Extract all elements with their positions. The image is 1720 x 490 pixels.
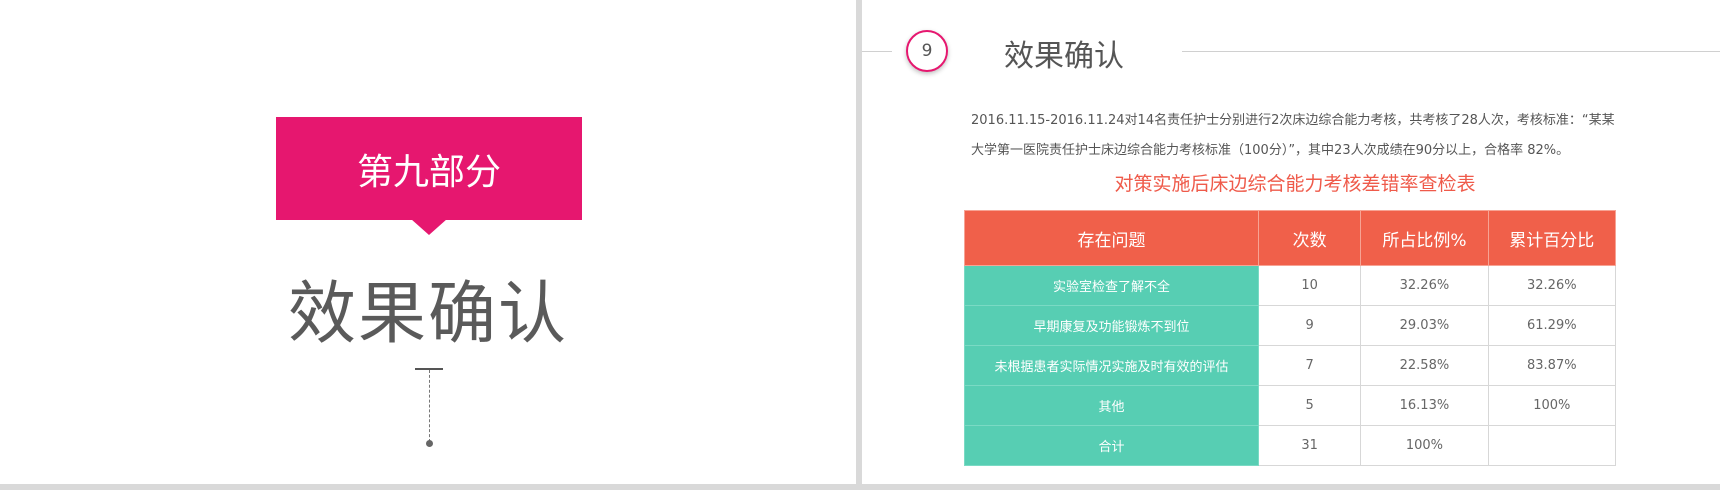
section-tag: 第九部分	[276, 117, 582, 220]
section-number-badge: 9	[906, 30, 948, 72]
count-cell: 7	[1258, 345, 1362, 386]
percent-cell: 32.26%	[1360, 265, 1489, 306]
intro-paragraph: 2016.11.15-2016.11.24对14名责任护士分别进行2次床边综合能…	[971, 113, 1615, 158]
table-title: 对策实施后床边综合能力考核差错率查检表	[1114, 173, 1476, 195]
section-tag-pointer	[411, 219, 447, 235]
slide-left: 第九部分 效果确认	[0, 0, 856, 484]
header-rule-left	[862, 51, 892, 52]
decor-dashed-line	[429, 370, 430, 442]
percent-cell: 100%	[1360, 425, 1489, 466]
column-header: 次数	[1258, 210, 1362, 266]
table-row: 实验室检查了解不全 10 32.26% 32.26%	[963, 265, 1617, 306]
issue-cell: 合计	[963, 425, 1260, 466]
cumulative-cell: 61.29%	[1487, 305, 1617, 346]
slide-title: 效果确认	[1004, 39, 1124, 74]
count-cell: 5	[1258, 385, 1362, 426]
section-title: 效果确认	[287, 275, 568, 354]
column-header: 累计百分比	[1487, 210, 1617, 266]
issue-cell: 实验室检查了解不全	[963, 265, 1260, 306]
percent-cell: 16.13%	[1360, 385, 1489, 426]
cumulative-cell: 32.26%	[1487, 265, 1617, 306]
count-cell: 9	[1258, 305, 1362, 346]
cumulative-cell: 83.87%	[1487, 345, 1617, 386]
count-cell: 10	[1258, 265, 1362, 306]
table-header-row: 存在问题 次数 所占比例% 累计百分比	[963, 210, 1617, 266]
table-row: 未根据患者实际情况实施及时有效的评估 7 22.58% 83.87%	[963, 345, 1617, 386]
count-cell: 31	[1258, 425, 1362, 466]
cumulative-cell	[1487, 425, 1617, 466]
stats-table: 存在问题 次数 所占比例% 累计百分比 实验室检查了解不全 10 32.26% …	[963, 210, 1617, 466]
issue-cell: 未根据患者实际情况实施及时有效的评估	[963, 345, 1260, 386]
cumulative-cell: 100%	[1487, 385, 1617, 426]
decor-dot	[426, 440, 433, 447]
column-header: 存在问题	[963, 210, 1260, 266]
header-rule-right	[1182, 51, 1720, 52]
table-total-row: 合计 31 100%	[963, 425, 1617, 466]
column-header: 所占比例%	[1360, 210, 1489, 266]
issue-cell: 其他	[963, 385, 1260, 426]
issue-cell: 早期康复及功能锻炼不到位	[963, 305, 1260, 346]
table-row: 早期康复及功能锻炼不到位 9 29.03% 61.29%	[963, 305, 1617, 346]
percent-cell: 29.03%	[1360, 305, 1489, 346]
slide-right: 9 效果确认 2016.11.15-2016.11.24对14名责任护士分别进行…	[862, 0, 1720, 484]
percent-cell: 22.58%	[1360, 345, 1489, 386]
table-row: 其他 5 16.13% 100%	[963, 385, 1617, 426]
